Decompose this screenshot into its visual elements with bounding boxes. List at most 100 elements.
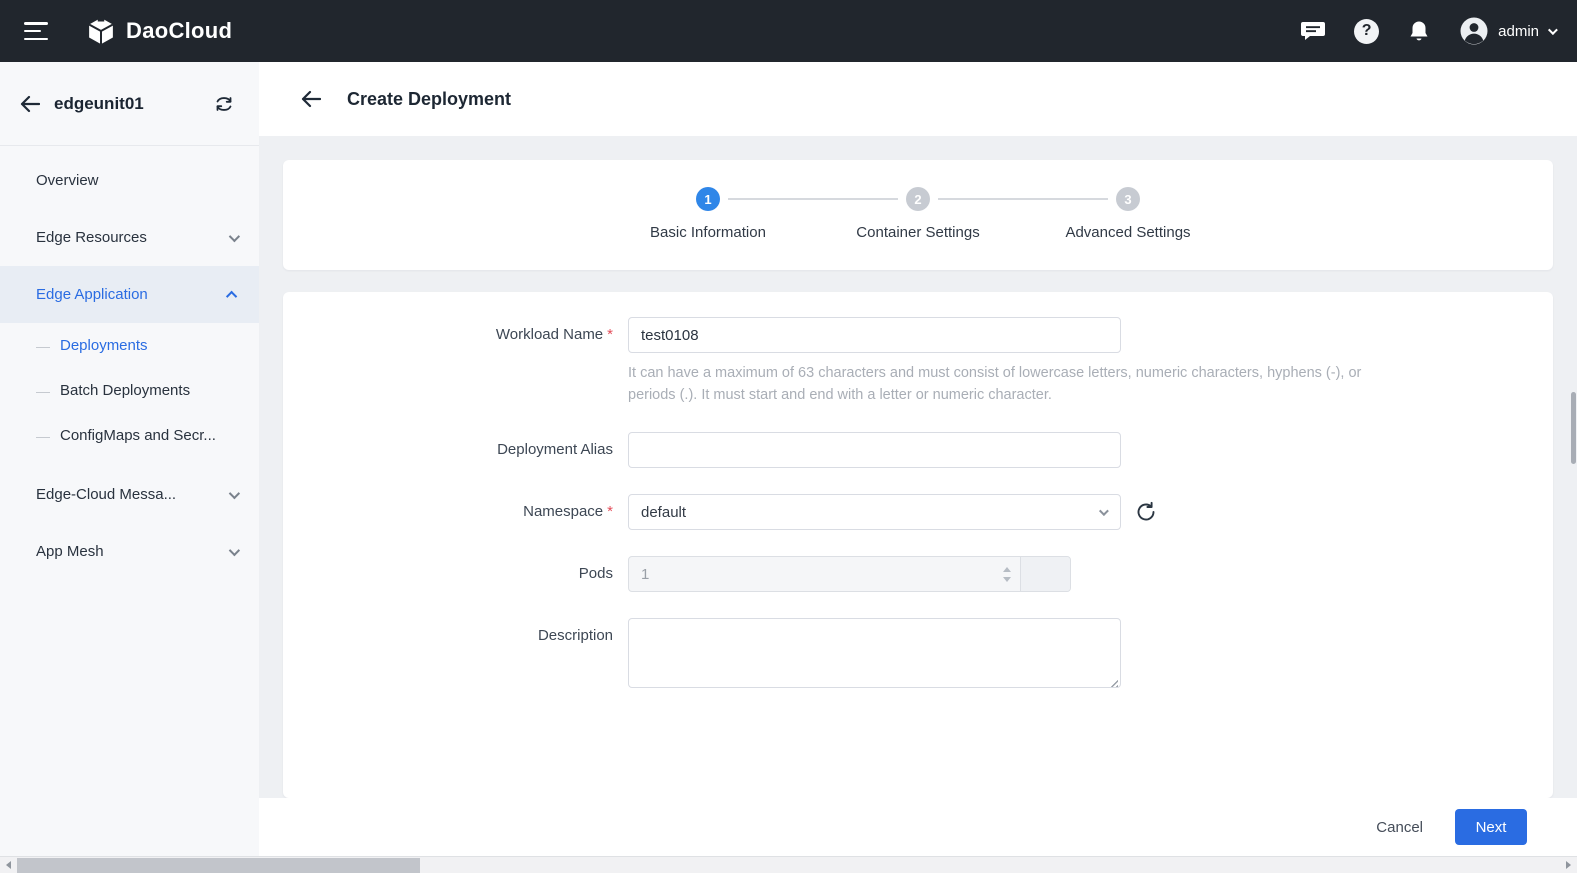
workload-name-control: It can have a maximum of 63 characters a… bbox=[628, 317, 1553, 406]
workload-name-label: Workload Name* bbox=[283, 317, 613, 406]
chevron-down-icon bbox=[229, 230, 240, 241]
sidebar-item-edge-resources[interactable]: Edge Resources bbox=[0, 209, 259, 266]
horizontal-scrollbar[interactable] bbox=[0, 856, 1577, 873]
label-text: Deployment Alias bbox=[497, 441, 613, 458]
chevron-down-icon bbox=[229, 487, 240, 498]
step-number-badge: 3 bbox=[1116, 187, 1140, 211]
sidebar-item-app-mesh[interactable]: App Mesh bbox=[0, 523, 259, 580]
namespace-control: default bbox=[628, 494, 1553, 530]
user-name: admin bbox=[1498, 23, 1539, 40]
brand-name: DaoCloud bbox=[126, 18, 232, 44]
required-mark: * bbox=[607, 503, 613, 520]
label-text: Pods bbox=[579, 565, 613, 582]
spinner-up-icon bbox=[1003, 567, 1011, 572]
brand: DaoCloud bbox=[86, 16, 232, 46]
help-glyph: ? bbox=[1354, 19, 1379, 44]
sidebar-item-overview[interactable]: Overview bbox=[0, 152, 259, 209]
sidebar-item-edge-application[interactable]: Edge Application bbox=[0, 266, 259, 323]
step-label: Container Settings bbox=[856, 224, 979, 241]
sidebar-back-icon[interactable] bbox=[20, 95, 40, 113]
sidebar-subitem-label: Deployments bbox=[60, 337, 148, 354]
step-number-badge: 1 bbox=[696, 187, 720, 211]
step-label: Basic Information bbox=[650, 224, 766, 241]
required-mark: * bbox=[607, 326, 613, 343]
sidebar-item-batch-deployments[interactable]: — Batch Deployments bbox=[0, 368, 259, 413]
next-button[interactable]: Next bbox=[1455, 809, 1527, 845]
scroll-right-arrow[interactable] bbox=[1560, 857, 1577, 873]
page-title: Create Deployment bbox=[347, 89, 511, 110]
workload-name-help: It can have a maximum of 63 characters a… bbox=[628, 362, 1365, 406]
label-text: Workload Name bbox=[496, 326, 603, 343]
main: Create Deployment 1 Basic Information 2 bbox=[259, 62, 1577, 856]
namespace-select[interactable]: default bbox=[628, 494, 1121, 530]
vertical-scrollbar-thumb[interactable] bbox=[1571, 392, 1576, 464]
deployment-alias-control bbox=[628, 432, 1553, 468]
workload-name-input[interactable] bbox=[628, 317, 1121, 353]
sidebar-item-label: Edge-Cloud Messa... bbox=[36, 486, 229, 503]
description-textarea[interactable] bbox=[628, 618, 1121, 688]
vertical-scrollbar[interactable] bbox=[1569, 62, 1577, 856]
namespace-selected-value: default bbox=[641, 504, 686, 521]
step-advanced-settings: 3 Advanced Settings bbox=[1023, 187, 1233, 241]
topbar-actions: ? admin bbox=[1300, 16, 1555, 46]
horizontal-scrollbar-thumb[interactable] bbox=[17, 858, 420, 873]
sidebar-item-label: Edge Application bbox=[36, 286, 229, 303]
refresh-icon[interactable] bbox=[1135, 501, 1157, 523]
sidebar-nav: Overview Edge Resources Edge Application… bbox=[0, 146, 259, 580]
sidebar-item-configmaps-secrets[interactable]: — ConfigMaps and Secr... bbox=[0, 413, 259, 458]
step-connector bbox=[728, 198, 898, 200]
deployment-alias-label: Deployment Alias bbox=[283, 432, 613, 468]
bell-icon[interactable] bbox=[1407, 19, 1431, 44]
chevron-down-icon bbox=[229, 544, 240, 555]
step-container-settings: 2 Container Settings bbox=[813, 187, 1023, 241]
description-control bbox=[628, 618, 1553, 693]
step-connector bbox=[938, 198, 1108, 200]
namespace-label: Namespace* bbox=[283, 494, 613, 530]
form-row-pods: Pods bbox=[283, 556, 1553, 592]
description-label: Description bbox=[283, 618, 613, 693]
label-text: Description bbox=[538, 627, 613, 644]
dash-icon: — bbox=[36, 338, 50, 354]
help-icon[interactable]: ? bbox=[1354, 19, 1379, 44]
stepper-card: 1 Basic Information 2 Container Settings… bbox=[283, 160, 1553, 270]
chat-icon[interactable] bbox=[1300, 19, 1326, 43]
step-label: Advanced Settings bbox=[1065, 224, 1190, 241]
sidebar-item-label: App Mesh bbox=[36, 543, 229, 560]
pods-number-field bbox=[628, 556, 1071, 592]
pods-label: Pods bbox=[283, 556, 613, 592]
switch-cluster-icon[interactable] bbox=[213, 94, 235, 114]
spinner-down-icon bbox=[1003, 577, 1011, 582]
pods-addon bbox=[1020, 557, 1070, 591]
form-card: Workload Name* It can have a maximum of … bbox=[283, 292, 1553, 798]
topbar: DaoCloud ? bbox=[0, 0, 1577, 62]
cancel-button[interactable]: Cancel bbox=[1376, 819, 1423, 836]
sidebar: edgeunit01 Overview Edge Resources bbox=[0, 62, 259, 856]
avatar-icon bbox=[1459, 16, 1489, 46]
sidebar-item-deployments[interactable]: — Deployments bbox=[0, 323, 259, 368]
dash-icon: — bbox=[36, 383, 50, 399]
sidebar-header: edgeunit01 bbox=[0, 62, 259, 146]
deployment-alias-input[interactable] bbox=[628, 432, 1121, 468]
sidebar-item-label: Overview bbox=[36, 172, 237, 189]
label-text: Namespace bbox=[523, 503, 603, 520]
chevron-down-icon bbox=[1099, 506, 1109, 516]
form-row-workload-name: Workload Name* It can have a maximum of … bbox=[283, 317, 1553, 406]
daocloud-logo-icon bbox=[86, 16, 116, 46]
footer-bar: Cancel Next bbox=[259, 798, 1577, 856]
stepper: 1 Basic Information 2 Container Settings… bbox=[603, 187, 1233, 241]
form-row-description: Description bbox=[283, 618, 1553, 693]
pods-stepper bbox=[994, 557, 1020, 591]
sidebar-subitem-label: Batch Deployments bbox=[60, 382, 190, 399]
app-root: DaoCloud ? bbox=[0, 0, 1577, 873]
scroll-left-arrow[interactable] bbox=[0, 857, 17, 873]
body: edgeunit01 Overview Edge Resources bbox=[0, 62, 1577, 856]
dash-icon: — bbox=[36, 428, 50, 444]
sidebar-item-edge-cloud-message[interactable]: Edge-Cloud Messa... bbox=[0, 466, 259, 523]
form-row-namespace: Namespace* default bbox=[283, 494, 1553, 530]
page-back-icon[interactable] bbox=[301, 90, 321, 108]
step-number-badge: 2 bbox=[906, 187, 930, 211]
pods-control bbox=[628, 556, 1553, 592]
user-menu[interactable]: admin bbox=[1459, 16, 1555, 46]
menu-icon[interactable] bbox=[24, 22, 50, 40]
sidebar-item-label: Edge Resources bbox=[36, 229, 229, 246]
